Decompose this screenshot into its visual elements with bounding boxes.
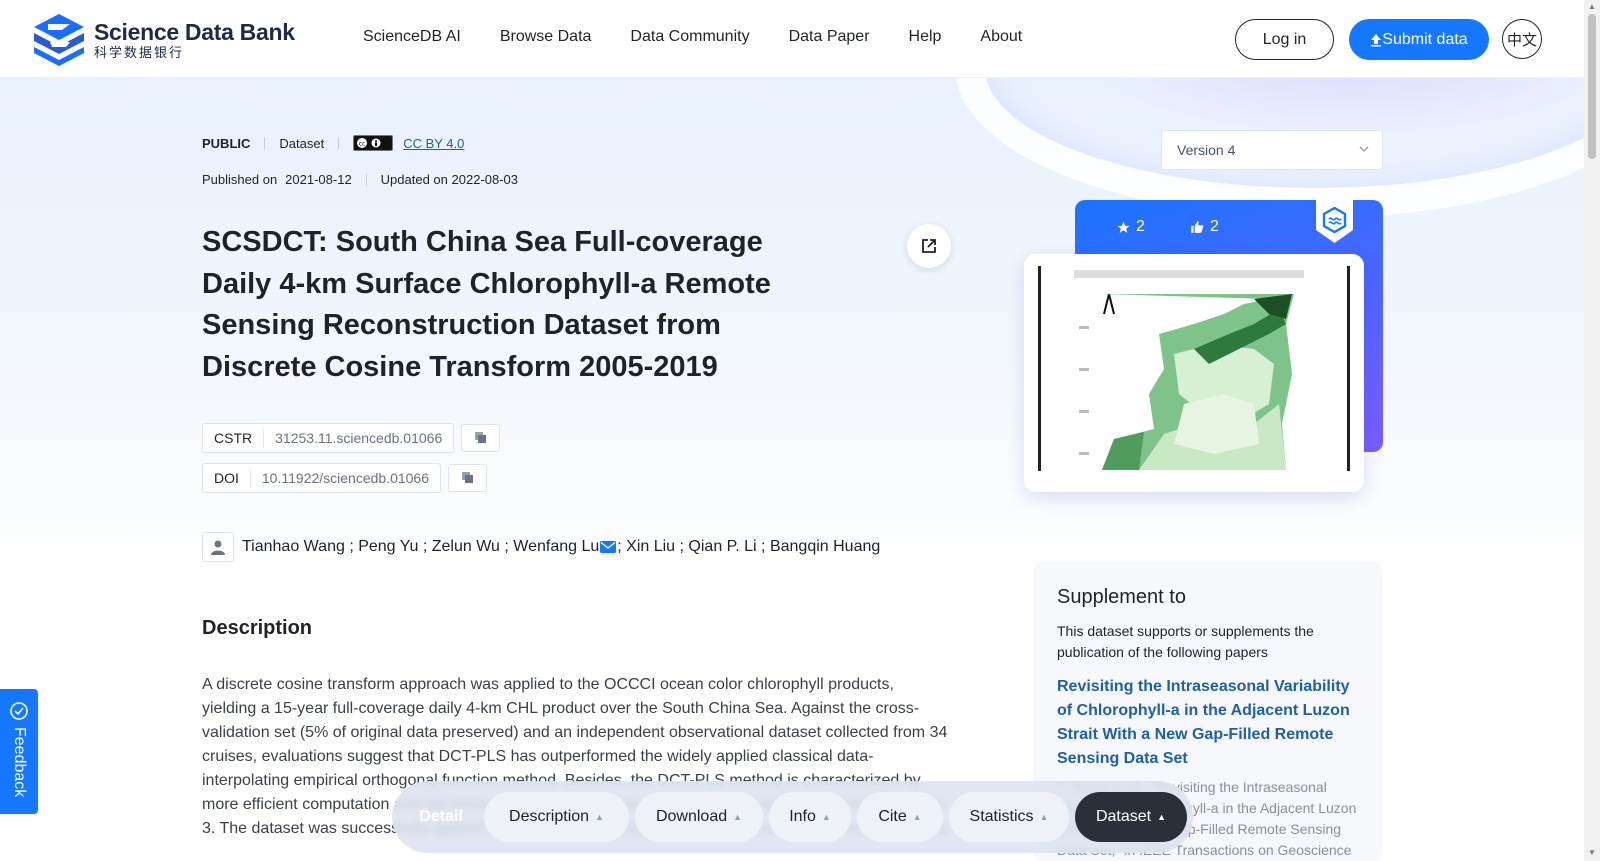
thumbs-up-icon: [1191, 221, 1204, 233]
submit-data-label: Submit data: [1382, 30, 1468, 48]
author-list: Tianhao Wang ; Peng Yu ; Zelun Wu ; Wenf…: [202, 532, 880, 562]
star-count-value: 2: [1136, 218, 1145, 235]
external-edit-icon: [922, 239, 936, 253]
supplement-heading: Supplement to: [1057, 586, 1186, 608]
dataset-preview-image[interactable]: [1024, 254, 1364, 492]
dataset-dates: Published on 2021-08-12 Updated on 2022-…: [202, 172, 518, 187]
tab-statistics[interactable]: Statistics ▲: [949, 792, 1069, 842]
description-heading: Description: [202, 617, 313, 639]
published-label: Published on: [202, 172, 278, 187]
svg-text:cc: cc: [359, 141, 366, 148]
caret-up-icon: ▲: [912, 812, 922, 822]
divider: [365, 173, 367, 186]
cstr-label: CSTR: [203, 428, 265, 448]
doi-box: DOI 10.11922/sciencedb.01066: [202, 463, 441, 493]
supplement-subtitle: This dataset supports or supplements the…: [1057, 623, 1314, 660]
upload-icon: [1371, 33, 1382, 46]
tab-info-label: Info: [789, 808, 816, 825]
tab-dataset[interactable]: Dataset ▲: [1075, 792, 1187, 842]
brand-logo-icon: [34, 14, 84, 66]
tab-download[interactable]: Download ▲: [635, 792, 763, 842]
version-selected: Version 4: [1177, 142, 1236, 158]
cc-license-icon: cc: [353, 135, 394, 151]
scroll-up-arrow[interactable]: ▲: [1588, 2, 1596, 11]
license-link[interactable]: CC BY 4.0: [403, 136, 464, 151]
section-tabbar: Detail Description ▲ Download ▲ Info ▲ Cite…: [392, 781, 1193, 853]
cstr-box: CSTR 31253.11.sciencedb.01066: [202, 423, 455, 453]
tab-cite[interactable]: Cite ▲: [857, 792, 943, 842]
tab-info[interactable]: Info ▲: [769, 792, 851, 842]
like-count-value: 2: [1210, 218, 1219, 235]
nav-data-community[interactable]: Data Community: [630, 28, 749, 46]
submit-data-button[interactable]: Submit data: [1349, 19, 1489, 60]
tabbar-detail-label: Detail: [419, 808, 463, 825]
dataset-meta: PUBLIC Dataset cc CC BY 4.0: [202, 135, 464, 151]
access-badge: PUBLIC: [202, 135, 251, 151]
star-count[interactable]: 2: [1117, 218, 1145, 236]
tab-description-label: Description: [509, 808, 590, 825]
nav-sciencedb-ai[interactable]: ScienceDB AI: [363, 28, 461, 46]
nav-data-paper[interactable]: Data Paper: [789, 28, 870, 46]
brand-name: Science Data Bank: [94, 19, 295, 45]
scroll-thumb[interactable]: [1588, 14, 1596, 159]
doi-label: DOI: [203, 468, 251, 488]
updated-date: Updated on 2022-08-03: [380, 172, 519, 187]
nav-browse-data[interactable]: Browse Data: [500, 28, 592, 46]
scroll-down-arrow[interactable]: ▼: [1588, 848, 1596, 857]
tab-download-label: Download: [655, 808, 728, 825]
share-button[interactable]: [907, 224, 951, 268]
doi-value: 10.11922/sciencedb.01066: [261, 470, 429, 486]
user-icon: [202, 532, 234, 562]
dataset-page: PUBLIC Dataset cc CC BY 4.0 Published on…: [0, 0, 1584, 861]
login-button[interactable]: Log in: [1235, 19, 1334, 60]
authors-text-rest[interactable]: ; Xin Liu ; Qian P. Li ; Bangqin Huang: [617, 538, 880, 556]
caret-up-icon: ▲: [821, 812, 831, 822]
caret-up-icon: ▲: [733, 812, 743, 822]
tab-description[interactable]: Description ▲: [484, 792, 629, 842]
page-scrollbar[interactable]: ▲ ▼: [1584, 0, 1600, 861]
main-nav: ScienceDB AI Browse Data Data Community …: [363, 28, 1061, 46]
mail-icon[interactable]: [600, 541, 617, 553]
copy-icon: [474, 432, 486, 443]
tab-cite-label: Cite: [878, 808, 907, 825]
nav-help[interactable]: Help: [909, 28, 942, 46]
caret-up-icon: ▲: [1039, 812, 1049, 822]
feedback-icon: [10, 702, 28, 720]
cstr-row: CSTR 31253.11.sciencedb.01066: [202, 423, 501, 453]
divider: [338, 137, 340, 149]
caret-up-icon: ▲: [1157, 812, 1167, 822]
copy-cstr-button[interactable]: [461, 424, 501, 452]
tab-dataset-label: Dataset: [1095, 808, 1152, 825]
brand-name-zh: 科学数据银行: [94, 45, 185, 60]
feedback-button[interactable]: Feedback: [0, 689, 38, 814]
chlorophyll-map-thumbnail: [1024, 254, 1364, 492]
copy-icon: [461, 472, 473, 483]
nav-about[interactable]: About: [980, 28, 1022, 46]
supplement-paper-link[interactable]: Revisiting the Intraseasonal Variability…: [1057, 675, 1359, 771]
doi-row: DOI 10.11922/sciencedb.01066: [202, 463, 487, 493]
authors-text[interactable]: Tianhao Wang ; Peng Yu ; Zelun Wu ; Wenf…: [242, 538, 599, 556]
resource-type: Dataset: [279, 135, 325, 151]
star-icon: [1117, 221, 1130, 233]
cstr-value: 31253.11.sciencedb.01066: [275, 430, 443, 446]
dataset-title: SCSDCT: South China Sea Full-coverage Da…: [202, 226, 771, 383]
feedback-label: Feedback: [11, 727, 28, 798]
tab-statistics-label: Statistics: [969, 808, 1034, 825]
version-select[interactable]: Version 4: [1161, 130, 1383, 170]
published-date: 2021-08-12: [285, 172, 352, 187]
like-count[interactable]: 2: [1190, 218, 1219, 236]
brand-logo[interactable]: Science Data Bank 科学数据银行: [30, 12, 295, 68]
copy-doi-button[interactable]: [448, 464, 487, 492]
divider: [264, 137, 266, 149]
language-toggle[interactable]: 中文: [1502, 19, 1542, 59]
site-header: Science Data Bank 科学数据银行 ScienceDB AI Br…: [0, 0, 1584, 78]
badge-shield-icon: [1316, 200, 1353, 243]
chevron-down-icon: [1359, 146, 1369, 152]
caret-up-icon: ▲: [595, 812, 604, 822]
